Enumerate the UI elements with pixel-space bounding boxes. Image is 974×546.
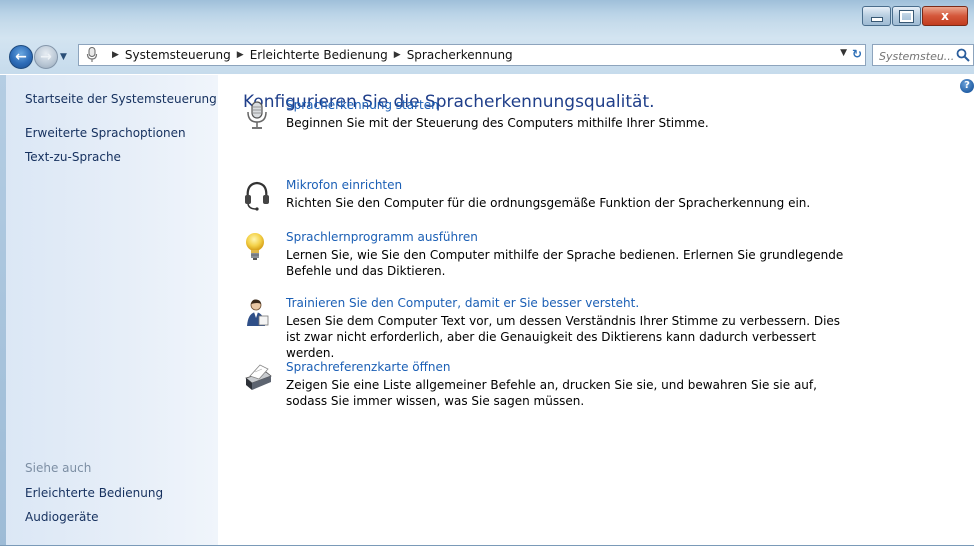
window-controls: x (861, 6, 968, 26)
back-button[interactable]: ← (9, 45, 33, 69)
task-description: Richten Sie den Computer für die ordnung… (286, 196, 811, 210)
forward-button[interactable]: → (34, 45, 58, 69)
breadcrumb-erleichterte-bedienung[interactable]: Erleichterte Bedienung (250, 48, 388, 62)
task-description: Lesen Sie dem Computer Text vor, um dess… (286, 314, 841, 360)
task-link-spracherkennung-starten[interactable]: Spracherkennung starten (286, 98, 439, 112)
maximize-button[interactable] (892, 6, 921, 26)
sidebar-link-erleichterte-bedienung[interactable]: Erleichterte Bedienung (25, 486, 163, 500)
address-bar[interactable]: ▶ Systemsteuerung ▶ Erleichterte Bedienu… (78, 44, 866, 66)
task-link-sprachlernprogramm[interactable]: Sprachlernprogramm ausführen (286, 230, 478, 244)
title-bar: x (0, 0, 974, 38)
user-training-icon (247, 299, 269, 326)
history-dropdown-icon[interactable]: ▼ (60, 52, 67, 62)
search-icon[interactable] (956, 48, 970, 62)
sidebar-link-erweiterte-sprachoptionen[interactable]: Erweiterte Sprachoptionen (25, 126, 186, 140)
close-button[interactable]: x (922, 6, 968, 26)
close-icon: x (941, 9, 949, 23)
address-dropdown-icon[interactable]: ▼ (840, 48, 847, 58)
sidebar-link-audiogeraete[interactable]: Audiogeräte (25, 510, 98, 524)
task-link-sprachreferenzkarte[interactable]: Sprachreferenzkarte öffnen (286, 360, 450, 374)
microphone-icon (247, 101, 267, 129)
task-description: Lernen Sie, wie Sie den Computer mithilf… (286, 248, 844, 278)
sidebar-home-link[interactable]: Startseite der Systemsteuerung (25, 92, 217, 106)
task-description: Beginnen Sie mit der Steuerung des Compu… (286, 116, 709, 130)
task-description: Zeigen Sie eine Liste allgemeiner Befehl… (286, 378, 817, 408)
control-panel-window: x ← → ▼ ▶ Systemsteuerung ▶ Erleichterte… (0, 0, 974, 546)
breadcrumb-spracherkennung[interactable]: Spracherkennung (407, 48, 513, 62)
arrow-right-icon: → (40, 49, 52, 65)
headset-icon (245, 181, 269, 211)
speech-recognition-icon (84, 47, 100, 63)
arrow-left-icon: ← (15, 49, 27, 65)
see-also-heading: Siehe auch (25, 461, 92, 475)
minimize-button[interactable] (862, 6, 891, 26)
breadcrumb-systemsteuerung[interactable]: Systemsteuerung (125, 48, 231, 62)
minimize-icon (870, 16, 883, 22)
search-box[interactable] (872, 44, 974, 67)
task-link-computer-trainieren[interactable]: Trainieren Sie den Computer, damit er Si… (286, 296, 639, 310)
lightbulb-icon (246, 233, 264, 260)
task-link-mikrofon-einrichten[interactable]: Mikrofon einrichten (286, 178, 402, 192)
breadcrumb-separator-icon[interactable]: ▶ (237, 50, 244, 60)
task-sidebar: Startseite der Systemsteuerung Erweitert… (6, 75, 218, 546)
refresh-icon[interactable]: ↻ (852, 47, 862, 61)
breadcrumb-separator-icon[interactable]: ▶ (394, 50, 401, 60)
breadcrumb-separator-icon[interactable]: ▶ (112, 50, 119, 60)
sidebar-link-text-zu-sprache[interactable]: Text-zu-Sprache (25, 150, 121, 164)
search-input[interactable] (877, 46, 957, 67)
maximize-icon (899, 9, 914, 23)
main-content: ? Konfigurieren Sie die Spracherkennungs… (218, 75, 974, 546)
help-icon[interactable]: ? (960, 79, 974, 93)
printer-icon (245, 364, 272, 390)
